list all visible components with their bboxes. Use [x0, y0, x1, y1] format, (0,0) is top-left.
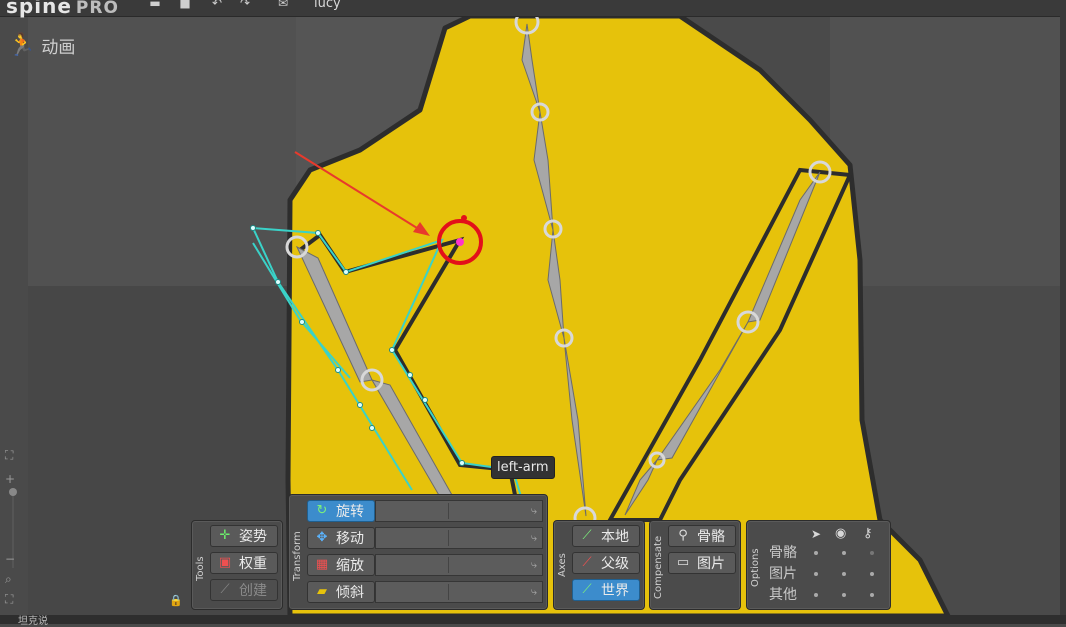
images-select-toggle[interactable]: [814, 572, 818, 576]
weights-button[interactable]: ▣ 权重: [210, 552, 278, 574]
rotate-link-icon[interactable]: ⤷: [531, 504, 537, 518]
move-icon: ✥: [316, 530, 328, 545]
compensate-panel: Compensate ⚲ 骨骼 ▭ 图片: [649, 520, 741, 610]
create-button[interactable]: ⟋ 创建: [210, 579, 278, 601]
images-key-toggle[interactable]: [870, 572, 874, 576]
save-icon[interactable]: ■: [178, 0, 192, 9]
zoom-in-icon[interactable]: +: [5, 472, 15, 486]
mode-indicator[interactable]: 🏃 动画: [8, 33, 75, 58]
compensate-bones-button[interactable]: ⚲ 骨骼: [668, 525, 736, 547]
magnifier-icon[interactable]: ⌕: [5, 572, 12, 587]
weights-icon: ▣: [218, 555, 232, 570]
bones-visible-toggle[interactable]: [842, 551, 846, 555]
shear-field[interactable]: ⤷: [375, 581, 543, 603]
bones-select-toggle[interactable]: [814, 551, 818, 555]
frame-icon[interactable]: ⛶: [5, 592, 13, 607]
zoom-out-icon[interactable]: −: [5, 552, 15, 566]
translate-link-icon[interactable]: ⤷: [531, 531, 537, 545]
world-axes-button[interactable]: ⟋ 世界: [572, 579, 640, 601]
other-key-toggle[interactable]: [870, 593, 874, 597]
options-panel: Options ➤ ◉ ⚷ 骨骼 图片 其他: [746, 520, 891, 610]
shear-button[interactable]: ▰ 倾斜: [307, 581, 375, 603]
options-row-images: 图片: [769, 563, 884, 583]
pose-button[interactable]: ✛ 姿势: [210, 525, 278, 547]
translate-button[interactable]: ✥ 移动: [307, 527, 375, 549]
scale-button[interactable]: ▦ 缩放: [307, 554, 375, 576]
mail-icon[interactable]: ✉: [276, 0, 290, 9]
compensate-title: Compensate: [653, 535, 664, 599]
translate-field[interactable]: ⤷: [375, 527, 543, 549]
image-icon: ▭: [676, 555, 690, 570]
other-visible-toggle[interactable]: [842, 593, 846, 597]
rotate-button[interactable]: ↻ 旋转: [307, 500, 375, 522]
eye-icon: ◉: [835, 526, 847, 541]
rotate-icon: ↻: [316, 503, 328, 518]
redo-icon[interactable]: ↷: [238, 0, 252, 9]
bones-key-toggle[interactable]: [870, 551, 874, 555]
mode-label: 动画: [41, 38, 76, 58]
transform-title: Transform: [292, 531, 303, 581]
zoom-slider-handle[interactable]: [9, 488, 17, 496]
running-figure-icon: 🏃: [8, 33, 36, 58]
key-icon: ⚷: [863, 526, 873, 541]
app-logo: spine PRO: [6, 0, 119, 18]
local-axes-button[interactable]: ⟋ 本地: [572, 525, 640, 547]
options-row-other: 其他: [769, 584, 884, 604]
axes-title: Axes: [557, 553, 568, 577]
bone-icon: ⚲: [678, 528, 688, 543]
scale-field[interactable]: ⤷: [375, 554, 543, 576]
other-select-toggle[interactable]: [814, 593, 818, 597]
bottom-tab[interactable]: 坦克说: [18, 612, 48, 627]
bone-tooltip: left-arm: [491, 456, 555, 479]
images-visible-toggle[interactable]: [842, 572, 846, 576]
shear-link-icon[interactable]: ⤷: [531, 585, 537, 599]
transform-panel: Transform ↻ 旋转 ⤷ ✥ 移动 ⤷ ▦ 缩放 ⤷ ▰ 倾斜 ⤷: [288, 494, 548, 610]
tools-title: Tools: [195, 556, 206, 581]
pose-icon: ✛: [219, 528, 231, 543]
zoom-control: ⛶ + − ⌕ ⛶: [4, 448, 22, 614]
top-toolbar: spine PRO ▬ ■ ↶ ↷ ✉ lucy: [0, 0, 1066, 18]
bottom-tab-strip: 坦克说: [0, 612, 1066, 627]
create-icon: ⟋: [220, 582, 230, 597]
undo-icon[interactable]: ↶: [210, 0, 224, 9]
world-axes-icon: ⟋: [582, 582, 592, 597]
options-row-bones: 骨骼: [769, 542, 884, 562]
scale-link-icon[interactable]: ⤷: [531, 558, 537, 572]
axes-panel: Axes ⟋ 本地 ⟋ 父级 ⟋ 世界: [553, 520, 645, 610]
compensate-images-button[interactable]: ▭ 图片: [668, 552, 736, 574]
local-axes-icon: ⟋: [582, 528, 592, 543]
scale-icon: ▦: [315, 557, 329, 572]
fit-icon[interactable]: ⛶: [5, 448, 13, 463]
cursor-icon: ➤: [811, 527, 822, 541]
parent-axes-button[interactable]: ⟋ 父级: [572, 552, 640, 574]
shear-icon: ▰: [317, 584, 327, 599]
rotate-field[interactable]: ⤷: [375, 500, 543, 522]
parent-axes-icon: ⟋: [582, 555, 592, 570]
lock-icon[interactable]: 🔒: [169, 594, 183, 607]
project-name: lucy: [314, 0, 341, 11]
right-scrollbar[interactable]: [1060, 16, 1066, 616]
new-icon[interactable]: ▬: [148, 0, 162, 9]
tools-panel: Tools ✛ 姿势 ▣ 权重 ⟋ 创建: [191, 520, 283, 610]
options-title: Options: [750, 548, 761, 587]
